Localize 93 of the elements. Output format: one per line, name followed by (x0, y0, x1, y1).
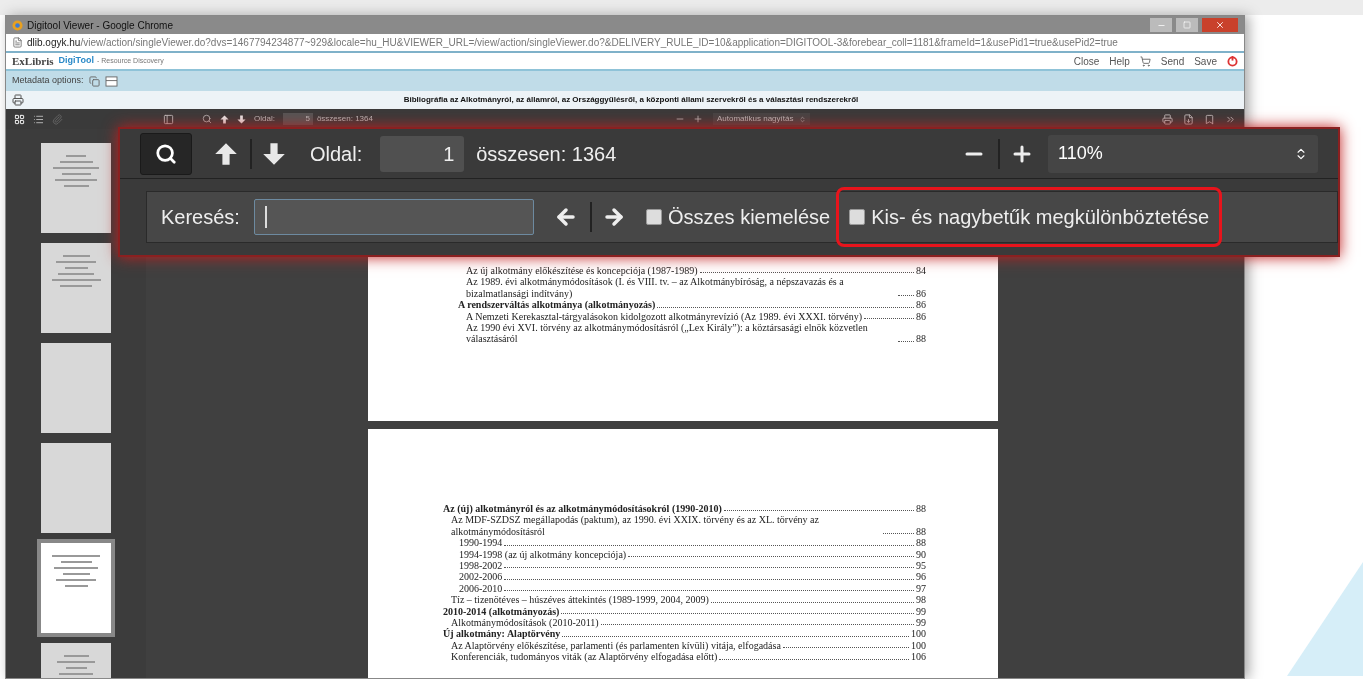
toc-entry-title: Az (új) alkotmányról és az alkotmánymódosításokról (1990-2010) (443, 503, 722, 515)
dot-leader (898, 340, 914, 342)
toc-page-number: 96 (916, 571, 926, 583)
download-icon[interactable] (1183, 113, 1194, 125)
search-icon[interactable] (202, 114, 212, 124)
toc-entry-title: Az Alaptörvény előkészítése, parlamenti (és parlamenten kívüli) vitája, elfogadása (451, 639, 781, 652)
windows-icon[interactable] (87, 75, 101, 87)
header-link[interactable]: Close (1073, 53, 1100, 69)
header-link[interactable]: Help (1109, 53, 1130, 69)
toc-page-number: 100 (911, 628, 926, 640)
page-label: Oldal: (310, 141, 363, 167)
toc-entry-title: Konferenciák, tudományos viták (az Alaptörvény elfogadása előtt) (451, 651, 718, 663)
toc-page-number: 88 (916, 537, 926, 549)
toc-page-number: 106 (911, 651, 926, 663)
page-total: összesen: 1364 (316, 113, 373, 125)
search-option[interactable]: Összes kiemelése (645, 202, 831, 232)
checkbox[interactable] (849, 209, 866, 225)
toc-page-number: 86 (916, 310, 926, 323)
close-icon (1215, 20, 1225, 30)
dot-leader (864, 318, 914, 320)
sidebar-toggle-icon[interactable] (163, 113, 174, 125)
page-total: összesen: 1364 (476, 141, 617, 167)
search-icon (155, 142, 177, 165)
search-input[interactable] (253, 199, 534, 235)
power-icon[interactable] (1227, 55, 1238, 67)
metadata-label: Metadata options: (12, 74, 84, 88)
toc-entry-title: Új alkotmány: Alaptörvény (443, 628, 561, 640)
search-label: Keresés: (161, 205, 240, 230)
zoom-select[interactable]: Automatikus nagyítás (712, 113, 811, 125)
toc-entry-title: Az 1990 évi XVI. törvény az alkotmánymódosításról („Lex Király”): a köztársasági elnök közvetlen választásáról (466, 322, 869, 345)
toc-page-number: 84 (916, 265, 926, 277)
toc-page-number: 97 (916, 582, 926, 595)
toc-page-number: 98 (916, 594, 926, 606)
browser-icon (12, 19, 23, 31)
next-page-icon[interactable] (237, 114, 246, 124)
toc-page-number: 88 (916, 503, 926, 515)
checkbox[interactable] (645, 209, 662, 225)
toc-entry-title: 1994-1998 (az új alkotmány koncepciója) (459, 548, 627, 561)
bookmark-icon[interactable] (1204, 113, 1215, 125)
toc-page-number: 100 (911, 639, 926, 652)
digitool-logo: DigiTool (58, 54, 94, 68)
header-link[interactable]: Send (1160, 53, 1185, 69)
page-number-field[interactable]: 1 (380, 135, 465, 172)
toc-page-number: 86 (916, 287, 926, 300)
list-icon[interactable] (33, 113, 44, 125)
toc-page-number: 88 (916, 333, 926, 345)
toc-entry-title: Tíz – tizenötéves – húszéves áttekintés (1989-1999, 2004, 2009) (451, 594, 709, 606)
page-thumbnail[interactable] (41, 443, 111, 533)
address-bar[interactable] (6, 34, 1244, 53)
page-thumbnail[interactable] (41, 243, 111, 333)
toc-entry-title: Az új alkotmány előkészítése és koncepciója (1987-1989) (466, 265, 698, 277)
toc-entry-title: Az 1989. évi alkotmánymódosítások (I. és VIII. tv. – az Alkotmánybíróság, a népszavazás és a bizalmatlansági indítvány) (466, 276, 845, 300)
document-title: Bibliográfia az Alkotmányról, az államról, az Országgyűlésről, a központi állami szervekről és a választási rendszerekről (403, 94, 859, 106)
header-link[interactable]: Save (1194, 53, 1217, 69)
search-option[interactable]: Kis- és nagybetűk megkülönböztetése (836, 187, 1223, 247)
toc-entry-title: 2002-2006 (459, 571, 503, 583)
grid-icon[interactable] (14, 113, 25, 125)
paperclip-icon[interactable] (52, 113, 63, 125)
exlibris-logo: ExLibris (12, 53, 54, 69)
toc-entry-title: Az MDF-SZDSZ megállapodás (paktum), az 1990. évi XXIX. törvény és az XL. törvény az alkotmánymódosításról (451, 514, 820, 538)
close-button[interactable] (1202, 18, 1238, 32)
maximize-icon (1183, 21, 1191, 29)
toc-entry-title: 2010-2014 (alkotmányozás) (443, 605, 560, 618)
next-page-icon[interactable] (262, 141, 286, 166)
panel-icon[interactable] (104, 75, 118, 87)
print-icon[interactable] (12, 94, 24, 106)
page-thumbnail[interactable] (41, 143, 111, 233)
toc-page-number: 88 (916, 525, 926, 538)
up-down-caret-icon (799, 115, 807, 123)
toc-entry-title: Alkotmánymódosítások (2010-2011) (451, 617, 599, 629)
toc-page-number: 86 (916, 299, 926, 311)
toc-page-number: 95 (916, 560, 926, 572)
page-label: Oldal: (254, 113, 275, 125)
dot-leader (883, 533, 914, 535)
toc-entry-title: 1998-2002 (459, 560, 503, 572)
toc-entry-title: 2006-2010 (459, 582, 503, 595)
window-title: Digitool Viewer - Google Chrome (27, 18, 173, 33)
toc-entry-title: 1990-1994 (459, 537, 503, 549)
toc-page-number: 90 (916, 548, 926, 561)
search-toggle-button[interactable] (140, 132, 192, 175)
previous-page-icon[interactable] (220, 114, 229, 124)
toc-entry-title: A Nemzeti Kerekasztal-tárgyalásokon kidolgozott alkotmányrevízió (Az 1989. évi XXXI. törvény) (466, 310, 863, 323)
page-icon (12, 37, 23, 48)
dot-leader (898, 295, 914, 297)
cart-icon[interactable] (1139, 55, 1151, 67)
toc-page-number: 99 (916, 605, 926, 618)
toc-page-number: 99 (916, 617, 926, 629)
toc-entry-title: A rendszerváltás alkotmánya (alkotmányozás) (458, 299, 656, 311)
zoom-select[interactable]: 110% (1048, 134, 1318, 173)
url-text: dlib.ogyk.hu/view/action/singleViewer.do?dvs=1467794234877~929&locale=hu_HU&VIEWER_URL=/view/action/singleViewer.do?&DELIVERY_RULE_ID=10&application=DIGITOOL-3&forebear_coll=1181&frameId=1&usePid1=true&usePid2=true (27, 36, 1118, 50)
print-icon[interactable] (1162, 113, 1173, 125)
page-thumbnail[interactable] (41, 343, 111, 433)
previous-page-icon[interactable] (214, 141, 238, 166)
